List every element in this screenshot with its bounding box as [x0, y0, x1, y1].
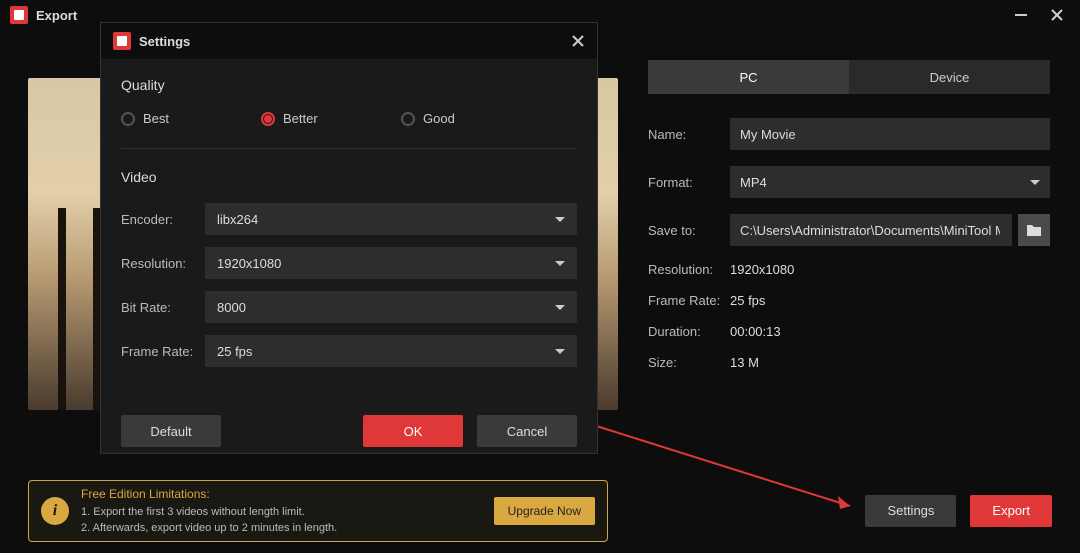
- bottom-bar: i Free Edition Limitations: 1. Export th…: [0, 468, 1080, 553]
- saveto-input[interactable]: C:\Users\Administrator\Documents\MiniToo…: [730, 214, 1012, 246]
- framerate-label: Frame Rate:: [648, 293, 730, 308]
- resolution-label: Resolution:: [648, 262, 730, 277]
- window-title: Export: [36, 8, 1012, 23]
- cancel-button[interactable]: Cancel: [477, 415, 577, 447]
- export-button[interactable]: Export: [970, 495, 1052, 527]
- settings-button[interactable]: Settings: [865, 495, 956, 527]
- modal-resolution-label: Resolution:: [121, 256, 205, 271]
- close-button[interactable]: [1048, 6, 1066, 24]
- size-value: 13 M: [730, 355, 1050, 370]
- bitrate-label: Bit Rate:: [121, 300, 205, 315]
- modal-close-button[interactable]: [571, 34, 585, 48]
- quality-option-better[interactable]: Better: [261, 111, 401, 126]
- format-select[interactable]: MP4: [730, 166, 1050, 198]
- framerate-value: 25 fps: [730, 293, 1050, 308]
- divider: [121, 148, 577, 149]
- size-label: Size:: [648, 355, 730, 370]
- modal-resolution-select[interactable]: 1920x1080: [205, 247, 577, 279]
- encoder-label: Encoder:: [121, 212, 205, 227]
- upgrade-button[interactable]: Upgrade Now: [494, 497, 595, 525]
- resolution-value: 1920x1080: [730, 262, 1050, 277]
- ok-button[interactable]: OK: [363, 415, 463, 447]
- tab-pc[interactable]: PC: [648, 60, 849, 94]
- quality-option-good[interactable]: Good: [401, 111, 541, 126]
- app-icon: [10, 6, 28, 24]
- tab-device[interactable]: Device: [849, 60, 1050, 94]
- video-section-title: Video: [121, 169, 577, 185]
- limitations-title: Free Edition Limitations:: [81, 485, 494, 503]
- radio-icon: [261, 112, 275, 126]
- name-label: Name:: [648, 127, 730, 142]
- export-tabs: PC Device: [648, 60, 1050, 94]
- limitations-line1: 1. Export the first 3 videos without len…: [81, 504, 494, 521]
- minimize-button[interactable]: [1012, 6, 1030, 24]
- default-button[interactable]: Default: [121, 415, 221, 447]
- info-icon: i: [41, 497, 69, 525]
- duration-value: 00:00:13: [730, 324, 1050, 339]
- modal-app-icon: [113, 32, 131, 50]
- format-label: Format:: [648, 175, 730, 190]
- radio-icon: [401, 112, 415, 126]
- quality-option-best[interactable]: Best: [121, 111, 261, 126]
- bitrate-select[interactable]: 8000: [205, 291, 577, 323]
- modal-framerate-label: Frame Rate:: [121, 344, 205, 359]
- duration-label: Duration:: [648, 324, 730, 339]
- limitations-line2: 2. Afterwards, export video up to 2 minu…: [81, 520, 494, 537]
- modal-title: Settings: [139, 34, 571, 49]
- limitations-panel: i Free Edition Limitations: 1. Export th…: [28, 480, 608, 542]
- modal-header: Settings: [101, 23, 597, 59]
- modal-framerate-select[interactable]: 25 fps: [205, 335, 577, 367]
- encoder-select[interactable]: libx264: [205, 203, 577, 235]
- browse-button[interactable]: [1018, 214, 1050, 246]
- quality-section-title: Quality: [121, 77, 577, 93]
- name-input[interactable]: My Movie: [730, 118, 1050, 150]
- settings-modal: Settings Quality Best Better Good Video …: [100, 22, 598, 454]
- saveto-label: Save to:: [648, 223, 730, 238]
- quality-radio-group: Best Better Good: [121, 111, 577, 126]
- export-settings-pane: PC Device Name: My Movie Format: MP4 Sav…: [630, 30, 1080, 468]
- radio-icon: [121, 112, 135, 126]
